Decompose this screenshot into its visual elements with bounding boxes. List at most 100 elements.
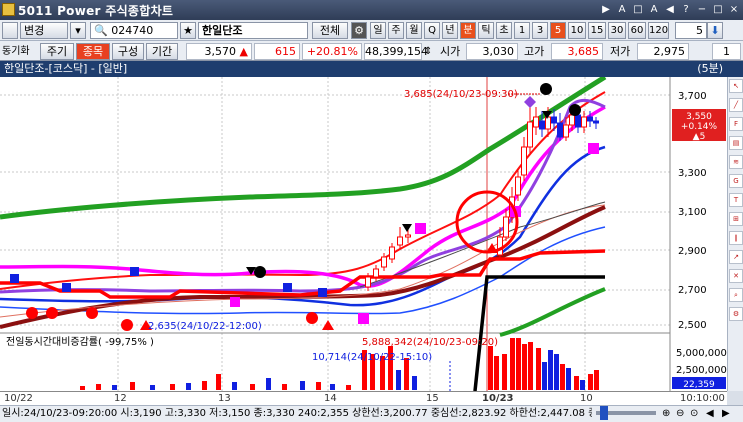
code-input[interactable]: 🔍 024740 — [90, 22, 178, 39]
candle-body — [365, 276, 371, 288]
volume-bar — [412, 376, 417, 390]
tool-zoom-icon[interactable]: ⌕ — [729, 288, 743, 302]
tool-measure-icon[interactable]: ⊞ — [729, 212, 743, 226]
zoom-reset-icon[interactable]: ⊙ — [690, 406, 698, 422]
volume-tick: 2,500,000 — [676, 365, 727, 376]
zoom-slider-thumb[interactable] — [600, 406, 608, 420]
volume-bar — [96, 384, 101, 390]
candle-body — [557, 122, 563, 138]
period-button-3[interactable]: Q — [424, 22, 440, 39]
candle-body — [527, 121, 533, 148]
layout-icon[interactable]: □ — [631, 2, 645, 17]
volume-bar — [536, 348, 541, 390]
close-button[interactable]: × — [727, 2, 741, 17]
all-button[interactable]: 전체 — [312, 22, 348, 39]
tool-fibo-icon[interactable]: F — [729, 117, 743, 131]
tool-settings-icon[interactable]: ⚙ — [729, 307, 743, 321]
minimize-button[interactable]: − — [695, 2, 709, 17]
compose-button[interactable]: 구성 — [112, 43, 144, 60]
font-a2-icon[interactable]: A — [647, 2, 661, 17]
price-tick: 3,300 — [678, 168, 707, 179]
item-button[interactable]: 종목 — [76, 43, 110, 60]
volume-bar — [330, 384, 335, 390]
candle-body — [575, 114, 581, 128]
scroll-right-icon[interactable]: ▶ — [722, 406, 730, 422]
count-input[interactable]: 5 — [675, 22, 707, 39]
dropdown-icon[interactable]: ▾ — [70, 22, 86, 39]
period-button-8[interactable]: 1 — [514, 22, 530, 39]
time-tick: 10/23 — [482, 393, 514, 404]
volume-spin-icon[interactable]: ⇕ — [424, 44, 432, 59]
chart-canvas[interactable]: 전일동시간대비증감률( -99,75% ) 5,888,342(24/10/23… — [0, 74, 727, 392]
candle-body — [389, 246, 395, 260]
scroll-left-icon[interactable]: ◀ — [706, 406, 714, 422]
tool-cycle-icon[interactable]: ≋ — [729, 155, 743, 169]
period-button-9[interactable]: 3 — [532, 22, 548, 39]
period-button-2[interactable]: 월 — [406, 22, 422, 39]
count-stepper-icon[interactable]: ⬇ — [707, 22, 723, 39]
play-icon[interactable]: ▶ — [599, 2, 613, 17]
change-button[interactable]: 변경 — [20, 22, 68, 39]
period-button-10[interactable]: 5 — [550, 22, 566, 39]
volume-bar — [282, 384, 287, 390]
period-button[interactable]: 주기 — [40, 43, 74, 60]
chart-header: 한일단조-[코스닥] - [일반] (5분) — [0, 61, 743, 77]
code-value: 024740 — [111, 24, 154, 37]
volume-bar — [542, 362, 547, 390]
volume-bar — [594, 370, 599, 390]
period-button-0[interactable]: 일 — [370, 22, 386, 39]
zoom-out-icon[interactable]: ⊖ — [676, 406, 684, 422]
volume-bar — [574, 376, 579, 390]
screen-icon[interactable] — [2, 22, 18, 39]
tool-gann-icon[interactable]: G — [729, 174, 743, 188]
page-number[interactable]: 1 — [712, 43, 741, 60]
candle-body — [581, 116, 587, 128]
candle-body — [521, 146, 527, 176]
vol-current-value: 22,359 — [683, 380, 715, 390]
maximize-button[interactable]: □ — [711, 2, 725, 17]
volume-bar — [548, 350, 553, 390]
open-value: 3,030 — [466, 43, 518, 60]
tool-pointer-icon[interactable]: ↖ — [729, 79, 743, 93]
tool-line-icon[interactable]: ╱ — [729, 98, 743, 112]
low-value: 2,975 — [637, 43, 689, 60]
period-button-6[interactable]: 틱 — [478, 22, 494, 39]
time-tick: 14 — [324, 393, 337, 404]
tool-trend-icon[interactable]: ▤ — [729, 136, 743, 150]
favorite-icon[interactable]: ★ — [180, 22, 196, 39]
time-axis: 10/22 12 13 14 15 10/23 10 10:10:00 — [0, 391, 727, 405]
change-percent: +20.81% — [302, 43, 362, 60]
range-button[interactable]: 기간 — [146, 43, 178, 60]
period-button-1[interactable]: 주 — [388, 22, 404, 39]
period-button-4[interactable]: 년 — [442, 22, 458, 39]
current-time: 10:10:00 — [680, 393, 725, 404]
tool-arrow-icon[interactable]: ↗ — [729, 250, 743, 264]
tool-erase-icon[interactable]: ✕ — [729, 269, 743, 283]
volume-bar — [80, 386, 85, 390]
zoom-in-icon[interactable]: ⊕ — [662, 406, 670, 422]
volume-bar — [554, 354, 559, 390]
period-button-13[interactable]: 30 — [608, 22, 626, 39]
period-button-11[interactable]: 10 — [568, 22, 586, 39]
period-button-15[interactable]: 120 — [648, 22, 669, 39]
gear-icon[interactable]: ⚙ — [351, 22, 367, 39]
period-button-12[interactable]: 15 — [588, 22, 606, 39]
tool-text-icon[interactable]: T — [729, 193, 743, 207]
price-chart[interactable]: 전일동시간대비증감률( -99,75% ) 5,888,342(24/10/23… — [0, 74, 727, 392]
period-button-7[interactable]: 초 — [496, 22, 512, 39]
candle-body — [545, 116, 551, 130]
period-button-5[interactable]: 분 — [460, 22, 476, 39]
font-a-icon[interactable]: A — [615, 2, 629, 17]
quote-row: 동기화 주기 종목 구성 기간 3,570 ▲ 615 +20.81% 48,3… — [0, 41, 743, 61]
box-price: 3,550 — [686, 112, 712, 122]
tool-channel-icon[interactable]: ∥ — [729, 231, 743, 245]
period-button-14[interactable]: 60 — [628, 22, 646, 39]
back-icon[interactable]: ◀ — [663, 2, 677, 17]
low-price-label: 2,635(24/10/22-12:00) — [148, 321, 262, 332]
price-change: 615 — [254, 43, 300, 60]
help-icon[interactable]: ? — [679, 2, 693, 17]
sync-label[interactable]: 동기화 — [2, 44, 30, 59]
toolbar: 변경 ▾ 🔍 024740 ★ 한일단조 전체 ⚙ 일 주 월 Q 년 분 틱 초 1 3 5 10 1… — [0, 20, 743, 41]
right-toolbar: ↖ ╱ F ▤ ≋ G T ⊞ ∥ ↗ ✕ ⌕ ⚙ — [727, 77, 743, 391]
candle-body — [587, 116, 593, 122]
